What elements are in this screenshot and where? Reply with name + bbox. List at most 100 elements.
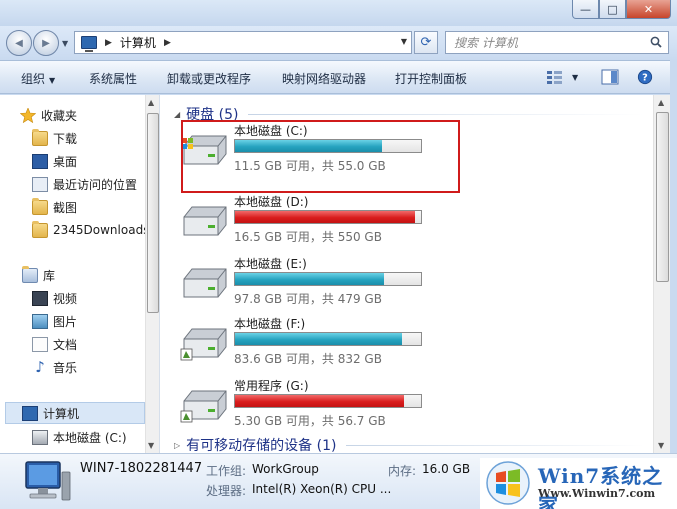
hard-drive-icon [182,135,227,165]
workgroup-label: 工作组: [206,464,247,478]
computer-icon [25,461,71,501]
drive-free-space: 97.8 GB 可用，共 479 GB [234,292,382,306]
nav-item-label: 文档 [53,337,78,352]
scroll-down-icon[interactable]: ▼ [148,441,154,450]
forward-button[interactable]: ▶ [33,30,59,56]
drive-usage-bar [234,272,422,286]
drive-name: 本地磁盘 (E:) [234,257,307,271]
processor-value: Intel(R) Xeon(R) CPU ... [252,482,392,496]
documents-icon [32,336,48,352]
change-view-icon[interactable] [546,69,564,85]
breadcrumb-computer[interactable]: 计算机 [120,34,156,51]
drive-name: 本地磁盘 (D:) [234,195,309,209]
nav-item-label: 音乐 [53,360,78,375]
hard-drive-icon [183,268,227,298]
drive-usage-fill [235,211,416,223]
nav-item-label: 视频 [53,291,78,306]
nav-item-2345downloads[interactable]: 2345Downloads [32,219,145,241]
scroll-down-icon[interactable]: ▼ [658,441,664,450]
scroll-up-icon[interactable]: ▲ [148,98,154,107]
expand-icon[interactable]: ▷ [174,441,180,450]
window-controls: — □ ✕ [572,0,671,19]
nav-item-label: 截图 [53,200,78,215]
drive-usage-bar [234,394,422,408]
drive-name: 本地磁盘 (F:) [234,317,306,331]
help-icon[interactable]: ? [636,69,654,85]
nav-item-label: 最近访问的位置 [53,177,138,192]
back-arrow-icon: ◀ [15,37,23,49]
close-button[interactable]: ✕ [626,0,671,19]
recent-pages-dropdown[interactable]: ▼ [62,39,72,49]
folder-icon [32,197,48,215]
pictures-icon [32,313,48,329]
collapse-icon[interactable]: ◢ [174,110,180,119]
watermark-logo: Win7系统之家 Www.Winwin7.com [480,458,677,509]
nav-computer-label: 计算机 [43,406,80,421]
address-bar[interactable]: ▶ 计算机 ▶ ▼ [74,31,412,54]
content-scrollbar[interactable]: ▲ ▼ [653,95,670,453]
drive-usage-fill [235,333,403,345]
drive-item[interactable]: 本地磁盘 (D:) 16.5 GB 可用，共 550 GB [180,193,425,251]
organize-button[interactable]: 组织 ▼ [21,70,55,87]
group-title: 有可移动存储的设备 (1) [186,438,337,454]
breadcrumb-separator-icon[interactable]: ▶ [105,38,112,48]
desktop-icon [32,153,48,169]
drive-icon [32,429,48,445]
open-control-panel-button[interactable]: 打开控制面板 [395,70,467,87]
drive-usage-fill [235,140,382,152]
computer-icon [22,405,38,421]
video-icon [32,290,48,306]
system-properties-button[interactable]: 系统属性 [89,70,137,87]
maximize-button[interactable]: □ [599,0,626,19]
drive-name: 本地磁盘 (C:) [234,124,308,138]
command-bar: 组织 ▼ 系统属性 卸载或更改程序 映射网络驱动器 打开控制面板 ▼ ? [0,60,677,94]
drive-free-space: 5.30 GB 可用，共 56.7 GB [234,414,386,428]
back-button[interactable]: ◀ [6,30,32,56]
drive-usage-fill [235,273,384,285]
drive-item[interactable]: 本地磁盘 (F:) 83.6 GB 可用，共 832 GB [180,315,425,373]
drive-usage-bar [234,139,422,153]
navigation-row: ◀ ▶ ▼ ▶ 计算机 ▶ ▼ ⟳ 搜索 计算机 [0,26,677,60]
drive-item[interactable]: 本地磁盘 (C:) 11.5 GB 可用，共 55.0 GB [180,122,425,180]
drive-item[interactable]: 常用程序 (G:) 5.30 GB 可用，共 56.7 GB [180,377,425,435]
nav-computer[interactable]: 计算机 [5,402,145,424]
content-scrollbar-thumb[interactable] [656,112,669,282]
group-header-removable[interactable]: ▷ 有可移动存储的设备 (1) [174,435,644,455]
view-options-dropdown[interactable]: ▼ [572,73,578,82]
hard-drive-icon [180,328,227,361]
libraries-icon [22,265,38,283]
refresh-button[interactable]: ⟳ [414,31,438,54]
downloads-folder-icon [32,128,48,146]
nav-item-label: 桌面 [53,154,78,169]
computer-icon [81,36,97,52]
nav-item-label: 本地磁盘 (C:) [53,430,127,445]
nav-scrollbar[interactable]: ▲ ▼ [145,95,159,453]
map-network-drive-button[interactable]: 映射网络驱动器 [282,70,366,87]
breadcrumb-separator-icon[interactable]: ▶ [164,38,171,48]
nav-item-label: 2345Downloads [53,223,145,237]
search-icon[interactable] [650,36,662,48]
nav-item-label: 下载 [53,131,78,146]
drive-free-space: 16.5 GB 可用，共 550 GB [234,230,382,244]
nav-favorites-label: 收藏夹 [41,108,78,123]
preview-pane-icon[interactable] [601,69,619,85]
group-divider [248,113,644,115]
group-header-hard-disks[interactable]: ◢ 硬盘 (5) [174,104,644,124]
minimize-button[interactable]: — [572,0,599,19]
music-icon: ♪ [35,357,45,376]
scroll-up-icon[interactable]: ▲ [658,98,664,107]
address-dropdown-icon[interactable]: ▼ [401,37,407,46]
group-divider [346,444,644,446]
svg-text:?: ? [642,73,648,84]
nav-favorites[interactable]: 收藏夹 [20,104,165,126]
nav-scrollbar-thumb[interactable] [147,113,159,313]
title-bar: — □ ✕ [0,0,677,26]
watermark-url: Www.Winwin7.com [538,487,656,500]
uninstall-program-button[interactable]: 卸载或更改程序 [167,70,251,87]
drive-item[interactable]: 本地磁盘 (E:) 97.8 GB 可用，共 479 GB [180,255,425,313]
computer-name: WIN7-1802281447 [80,461,203,476]
group-title: 硬盘 (5) [186,107,239,123]
nav-item-label: 图片 [53,314,78,329]
search-box[interactable]: 搜索 计算机 [445,31,669,54]
search-input[interactable]: 搜索 计算机 [454,34,518,51]
